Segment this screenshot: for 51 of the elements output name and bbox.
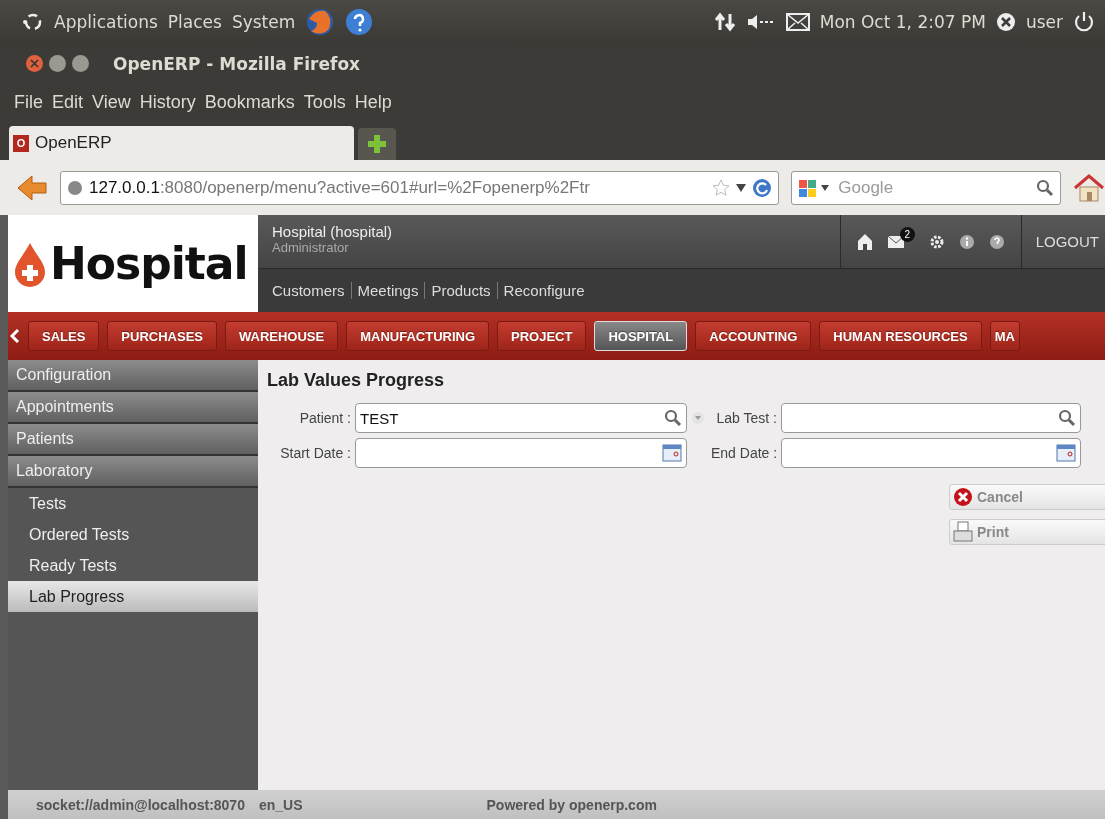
field-label: End Date : xyxy=(711,445,777,461)
connection-text: socket://admin@localhost:8070 xyxy=(36,796,245,813)
message-count: 2 xyxy=(899,226,915,242)
powered-by-text: Powered by openerp.com xyxy=(486,796,657,813)
form-title: Lab Values Progress xyxy=(267,370,446,391)
address-field[interactable]: 127.0.0.1:8080/openerp/menu?active=601#url=%2Fopenerp%2Ftr xyxy=(59,170,780,205)
sidebar-section[interactable]: Laboratory xyxy=(8,456,258,488)
sidebar-item[interactable]: Ready Tests xyxy=(8,550,258,581)
sidebar-item[interactable]: Ordered Tests xyxy=(8,519,258,550)
menu-tab[interactable]: ACCOUNTING xyxy=(695,321,812,351)
panel-menu[interactable]: System xyxy=(231,12,296,32)
user-name[interactable]: user xyxy=(1025,12,1063,32)
user-role: Administrator xyxy=(272,240,350,255)
shortcut-link[interactable]: Reconfigure xyxy=(496,282,591,299)
menu-tab[interactable]: PURCHASES xyxy=(107,321,217,351)
panel-menu[interactable]: Applications xyxy=(54,12,158,32)
field-label: Lab Test : xyxy=(715,410,777,426)
menu-item[interactable]: File xyxy=(14,92,43,113)
menu-item[interactable]: Edit xyxy=(52,92,84,113)
menu-tab[interactable]: MANUFACTURING xyxy=(346,321,490,351)
menu-tab[interactable]: HOSPITAL xyxy=(594,321,688,351)
shortcut-link[interactable]: Customers xyxy=(272,282,351,299)
menu-tab[interactable]: PROJECT xyxy=(497,321,587,351)
menu-tab[interactable]: MA xyxy=(989,321,1020,351)
menu-item[interactable]: View xyxy=(92,92,131,113)
field-label: Patient : xyxy=(298,410,351,426)
window-title: OpenERP - Mozilla Firefox xyxy=(113,53,361,74)
sidebar-item[interactable]: Lab Progress xyxy=(8,581,258,612)
menu-item[interactable]: Help xyxy=(354,92,392,113)
menu-item[interactable]: Tools xyxy=(303,92,346,113)
search-field[interactable]: TEST xyxy=(355,403,687,433)
menu-item[interactable]: History xyxy=(139,92,196,113)
menu-tab[interactable]: WAREHOUSE xyxy=(224,321,339,351)
shortcut-link[interactable]: Products xyxy=(424,282,497,299)
sidebar-section[interactable]: Appointments xyxy=(8,392,258,424)
menu-item[interactable]: Bookmarks xyxy=(204,92,295,113)
panel-menu[interactable]: Places xyxy=(167,12,222,32)
language-text: en_US xyxy=(258,796,303,813)
hospital-logo: Hospital xyxy=(8,215,258,312)
logout-link[interactable]: LOGOUT xyxy=(1020,215,1105,268)
favicon-icon: O xyxy=(13,134,29,152)
field-label: Start Date : xyxy=(279,445,351,461)
clock[interactable]: Mon Oct 1, 2:07 PM xyxy=(819,12,986,32)
sidebar-section[interactable]: Patients xyxy=(8,424,258,456)
menu-tab[interactable]: HUMAN RESOURCES xyxy=(819,321,982,351)
sidebar-item[interactable]: Tests xyxy=(8,488,258,519)
sidebar-section[interactable]: Configuration xyxy=(8,360,258,392)
company-name: Hospital (hospital) xyxy=(272,223,394,240)
menu-tab[interactable]: SALES xyxy=(28,321,100,351)
shortcut-link[interactable]: Meetings xyxy=(350,282,425,299)
browser-tab[interactable]: O OpenERP xyxy=(9,126,354,160)
